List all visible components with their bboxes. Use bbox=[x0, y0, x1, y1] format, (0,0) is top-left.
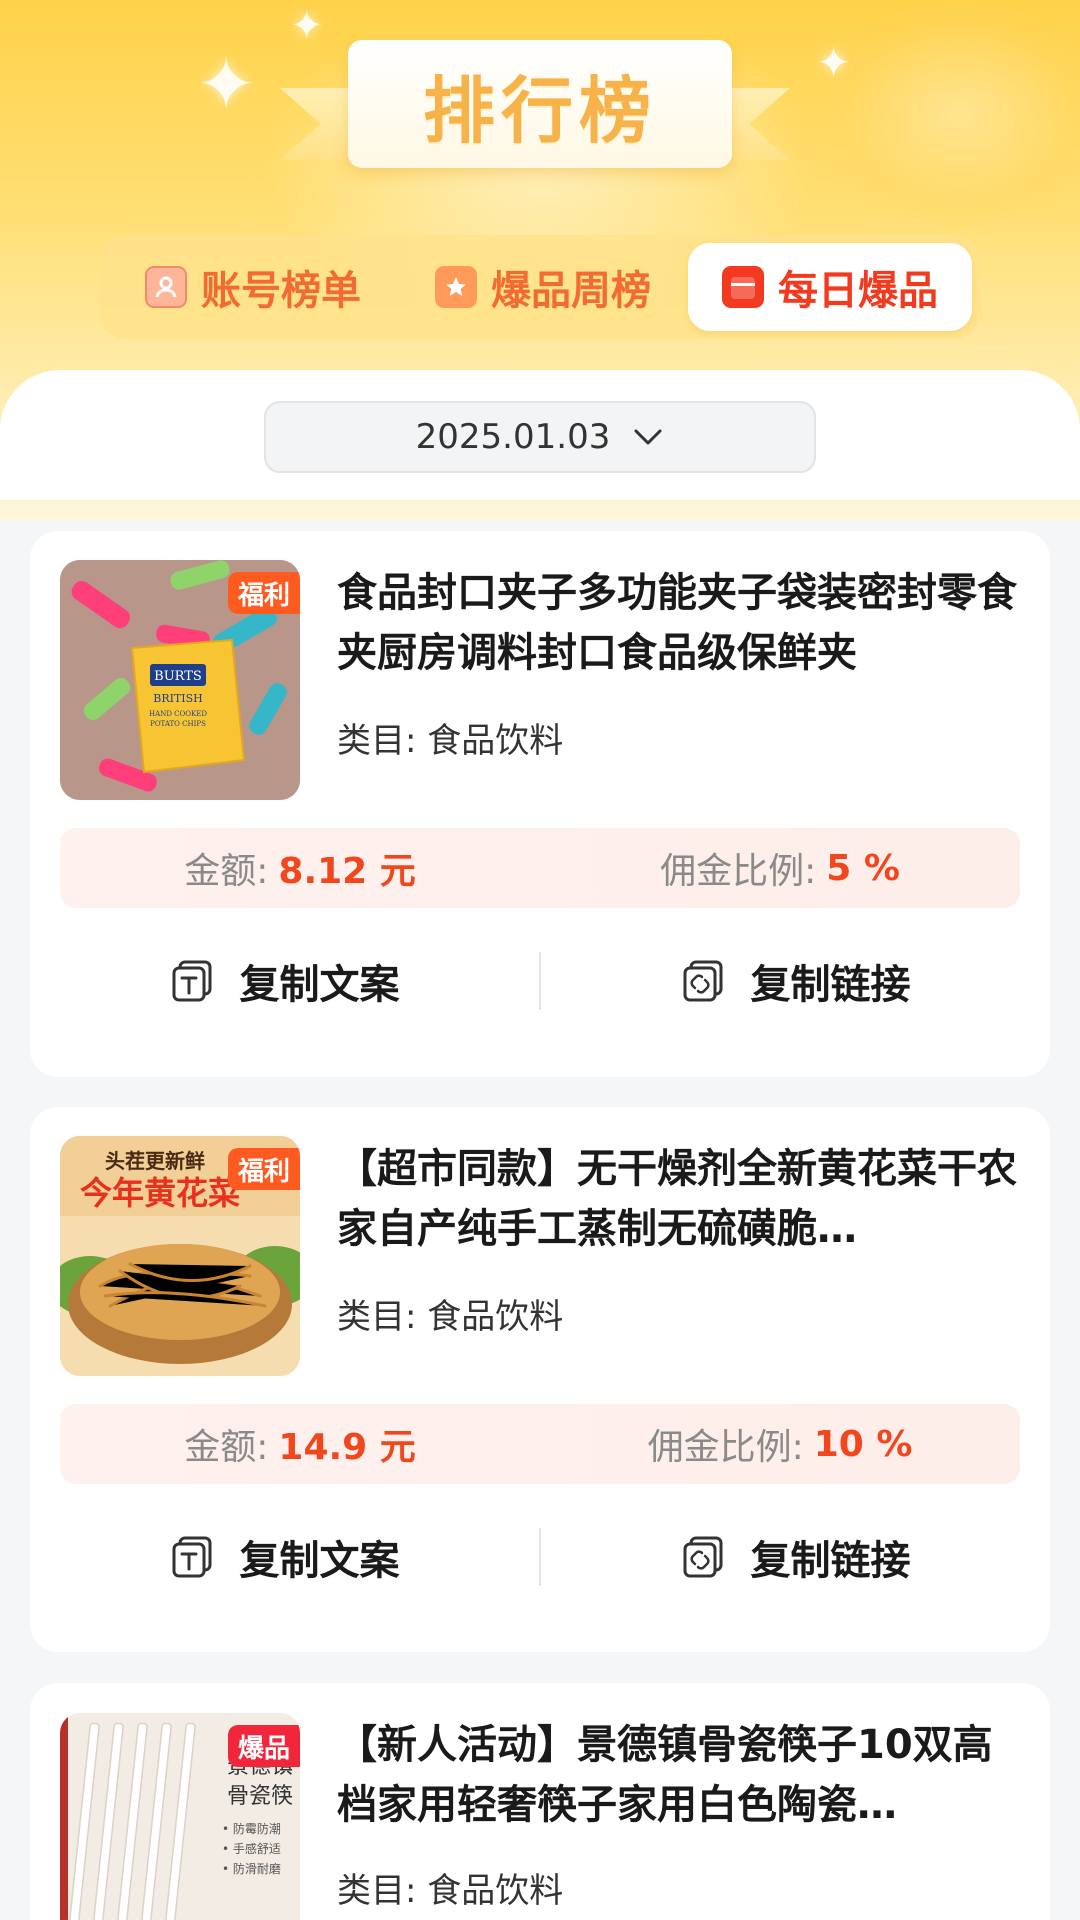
product-image-text: BRITISH bbox=[153, 692, 203, 705]
commission-metric: 佣金比例: 5 % bbox=[540, 842, 1020, 894]
date-dropdown[interactable]: 2025.01.03 bbox=[264, 401, 816, 473]
tab-account-ranking[interactable]: 账号榜单 bbox=[108, 243, 398, 331]
copy-link-label: 复制链接 bbox=[750, 1538, 911, 1584]
status-badge: 福利 bbox=[228, 572, 300, 614]
copy-link-label: 复制链接 bbox=[750, 962, 911, 1008]
copy-text-icon bbox=[172, 1536, 211, 1578]
product-image-text: 头茬更新鲜 bbox=[105, 1149, 205, 1173]
commission-label: 佣金比例: bbox=[660, 851, 817, 892]
copy-link-icon bbox=[683, 960, 722, 1002]
card-actions: 复制文案 复制链接 bbox=[30, 931, 1050, 1031]
tab-label: 爆品周榜 bbox=[491, 268, 651, 314]
tab-label: 每日爆品 bbox=[778, 268, 938, 314]
product-image-text: HAND COOKED bbox=[149, 710, 207, 718]
amount-metric: 金额: 8.12 元 bbox=[60, 842, 540, 894]
product-card[interactable]: BURTS BRITISH HAND COOKED POTATO CHIPS 福… bbox=[30, 531, 1050, 1077]
chevron-down-icon bbox=[632, 420, 664, 455]
star-icon bbox=[435, 266, 477, 308]
calendar-icon bbox=[722, 266, 764, 308]
product-image-text: • 手感舒适 bbox=[222, 1841, 281, 1856]
amount-value: 14.9 元 bbox=[278, 1427, 416, 1468]
product-title[interactable]: 食品封口夹子多功能夹子袋装密封零食夹厨房调料封口食品级保鲜夹 bbox=[337, 563, 1027, 683]
page-title: 排行榜 bbox=[422, 68, 657, 153]
copy-text-icon bbox=[172, 960, 211, 1002]
product-image-text: POTATO CHIPS bbox=[150, 720, 206, 728]
commission-label: 佣金比例: bbox=[647, 1427, 804, 1468]
product-image-text: 骨瓷筷 bbox=[227, 1784, 293, 1809]
product-category: 类目: 食品饮料 bbox=[337, 1297, 564, 1337]
status-badge: 福利 bbox=[228, 1148, 300, 1190]
sparkle-icon: ✦ bbox=[196, 42, 257, 126]
product-image[interactable]: BURTS BRITISH HAND COOKED POTATO CHIPS 福… bbox=[60, 560, 300, 800]
card-actions: 复制文案 复制链接 bbox=[30, 1507, 1050, 1607]
copy-link-button[interactable]: 复制链接 bbox=[541, 931, 1050, 1031]
copy-text-button[interactable]: 复制文案 bbox=[30, 931, 539, 1031]
copy-text-label: 复制文案 bbox=[239, 1538, 400, 1584]
copy-link-icon bbox=[683, 1536, 722, 1578]
copy-text-button[interactable]: 复制文案 bbox=[30, 1507, 539, 1607]
product-image-text: • 防霉防潮 bbox=[222, 1821, 281, 1836]
tab-weekly-hot[interactable]: 爆品周榜 bbox=[398, 243, 688, 331]
product-card[interactable]: 头茬更新鲜 今年黄花菜 福利 【超市同款】无干燥剂全新黄花菜干农家自产纯手工蒸制… bbox=[30, 1107, 1050, 1652]
product-image[interactable]: 景德镇 骨瓷筷 • 防霉防潮 • 手感舒适 • 防滑耐磨 爆品 bbox=[60, 1713, 300, 1920]
sparkle-icon: ✦ bbox=[290, 3, 324, 49]
copy-link-button[interactable]: 复制链接 bbox=[541, 1507, 1050, 1607]
status-badge: 爆品 bbox=[228, 1725, 300, 1767]
product-image-text: 今年黄花菜 bbox=[80, 1174, 240, 1212]
commission-value: 5 % bbox=[826, 847, 900, 889]
sparkle-icon: ✦ bbox=[816, 38, 852, 87]
product-category: 类目: 食品饮料 bbox=[337, 721, 564, 761]
ranking-tabs: 账号榜单 爆品周榜 每日爆品 bbox=[100, 235, 980, 339]
title-plaque: 排行榜 bbox=[348, 40, 732, 168]
product-metrics: 金额: 8.12 元 佣金比例: 5 % bbox=[60, 828, 1020, 908]
amount-label: 金额: bbox=[184, 1427, 269, 1468]
trophy-cup-decoration bbox=[810, 0, 1080, 230]
product-title[interactable]: 【新人活动】景德镇骨瓷筷子10双高档家用轻奢筷子家用白色陶瓷… bbox=[337, 1715, 1027, 1835]
amount-label: 金额: bbox=[184, 851, 269, 892]
commission-metric: 佣金比例: 10 % bbox=[540, 1418, 1020, 1470]
product-card[interactable]: 景德镇 骨瓷筷 • 防霉防潮 • 手感舒适 • 防滑耐磨 爆品 【新人活动】景德… bbox=[30, 1683, 1050, 1920]
product-image[interactable]: 头茬更新鲜 今年黄花菜 福利 bbox=[60, 1136, 300, 1376]
date-value: 2025.01.03 bbox=[415, 417, 611, 457]
copy-text-label: 复制文案 bbox=[239, 962, 400, 1008]
amount-metric: 金额: 14.9 元 bbox=[60, 1418, 540, 1470]
tab-label: 账号榜单 bbox=[201, 268, 361, 314]
product-image-text: BURTS bbox=[154, 669, 202, 684]
product-metrics: 金额: 14.9 元 佣金比例: 10 % bbox=[60, 1404, 1020, 1484]
amount-value: 8.12 元 bbox=[278, 851, 416, 892]
product-category: 类目: 食品饮料 bbox=[337, 1871, 564, 1911]
product-image-text: • 防滑耐磨 bbox=[222, 1861, 281, 1876]
tab-daily-hot[interactable]: 每日爆品 bbox=[688, 243, 972, 331]
product-title[interactable]: 【超市同款】无干燥剂全新黄花菜干农家自产纯手工蒸制无硫磺脆… bbox=[337, 1139, 1027, 1259]
commission-value: 10 % bbox=[813, 1423, 913, 1465]
user-icon bbox=[145, 266, 187, 308]
